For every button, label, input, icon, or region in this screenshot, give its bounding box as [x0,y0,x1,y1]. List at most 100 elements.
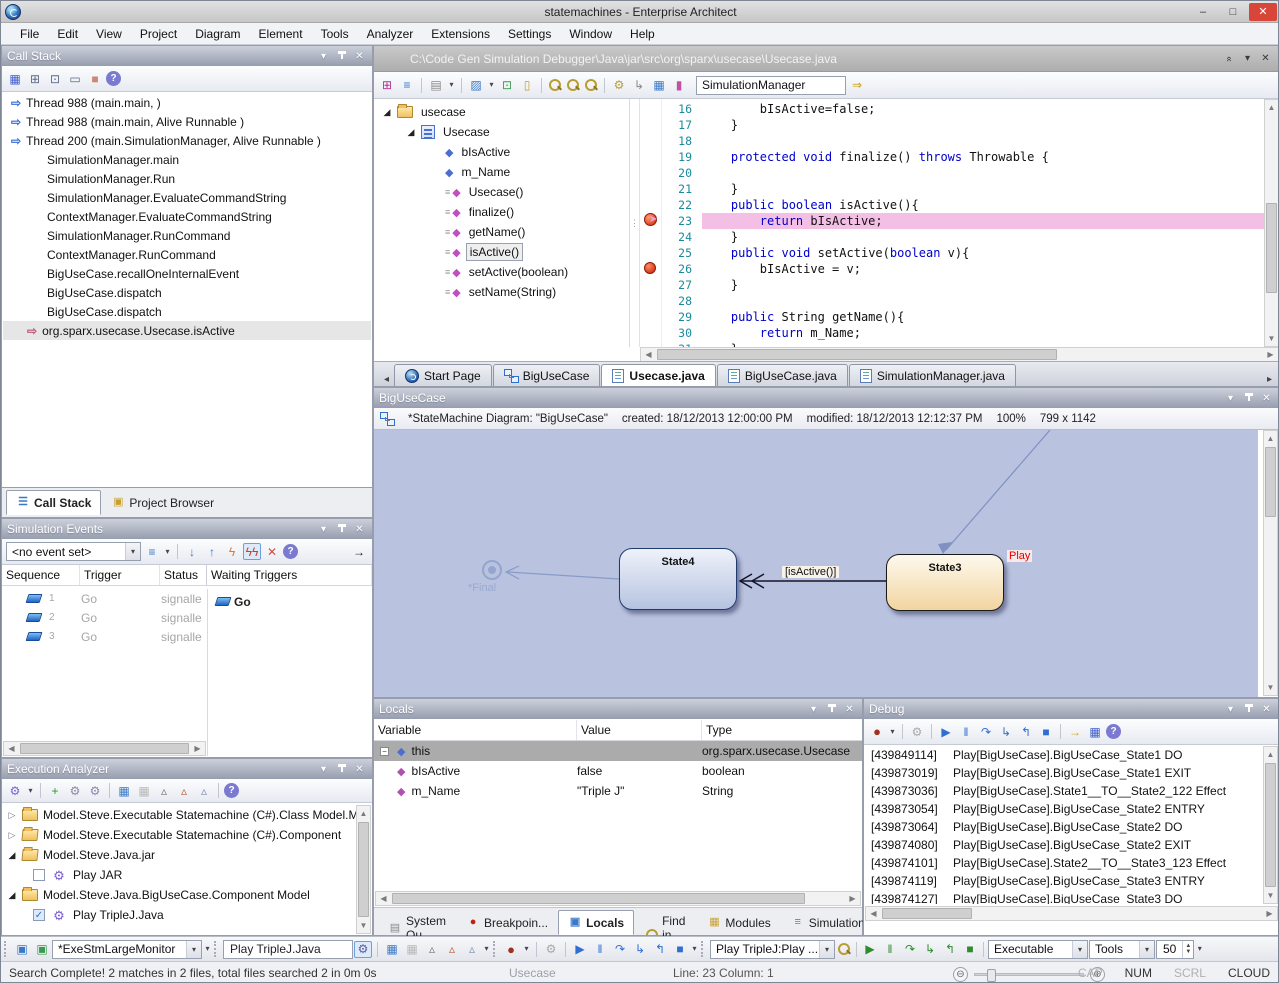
waiting-trigger-item[interactable]: Go [216,592,371,611]
call-stack-item[interactable]: SimulationManager.EvaluateCommandString [3,188,371,207]
menu-window[interactable]: Window [560,25,621,43]
monitor-combo[interactable]: *ExeStmLargeMonitor ▾ [52,940,202,959]
call-stack-item[interactable]: ContextManager.EvaluateCommandString [3,207,371,226]
pause-icon[interactable]: ‖ [957,723,975,740]
state4-node[interactable]: State4 [619,548,737,610]
col-status[interactable]: Status [160,565,207,585]
analyzer-script-item[interactable]: ◢Model.Steve.Java.jar [3,845,356,865]
step-filter-icon[interactable]: ↳ [630,77,648,94]
menu-caret-icon[interactable]: ▾ [316,762,331,776]
dropdown-caret-icon[interactable]: ▾ [888,723,897,740]
call-stack-item[interactable]: ⇨Thread 200 (main.SimulationManager, Ali… [3,131,371,150]
debug-output-row[interactable]: [439874127]Play[BigUseCase].BigUseCase_S… [865,890,1263,904]
edit-icon[interactable]: ▨ [467,77,485,94]
active-script-box[interactable]: Play TripleJ.Java [223,940,353,959]
sim-h-scrollbar[interactable]: ◀ ▶ [3,741,206,756]
menu-element[interactable]: Element [250,25,312,43]
dock-tab-breakpoin-[interactable]: ●Breakpoin... [456,910,558,935]
structure-tree-item[interactable]: ◆bIsActive [374,142,629,162]
editor-tab-usecase-java[interactable]: Usecase.java [601,364,715,386]
expand-arrow-icon[interactable]: ▷ [7,810,17,821]
locals-row[interactable]: ◆m_Name"Triple J"String [374,781,862,801]
collapse-arrow-icon[interactable]: ◢ [7,850,17,861]
locals-row[interactable]: ◆bIsActivefalseboolean [374,761,862,781]
scroll-up-icon[interactable]: ▲ [1264,747,1277,762]
delete-icon[interactable]: ✕ [263,543,281,560]
code-line[interactable]: 22 public boolean isActive(){ [662,197,1264,213]
dropdown-caret-icon[interactable]: ▾ [163,543,172,560]
run-profile-icon[interactable]: ▵ [195,782,213,799]
edit-script-icon[interactable]: ⚙ [66,782,84,799]
send-to-icon[interactable]: ⇒ [848,77,866,94]
structure-tree-item[interactable]: ≡◆setName(String) [374,282,629,302]
close-icon[interactable]: ✕ [1259,391,1274,405]
editor-tab-simulationmanager-java[interactable]: SimulationManager.java [849,364,1016,386]
copy-icon[interactable]: ⊡ [46,70,64,87]
scroll-right-icon[interactable]: ▶ [845,892,860,905]
menu-caret-icon[interactable]: ▾ [316,522,331,536]
step-over-g-icon[interactable]: ↷ [901,941,919,958]
call-stack-item[interactable]: SimulationManager.main [3,150,371,169]
options-icon[interactable]: ⚙ [610,77,628,94]
debug-output-row[interactable]: [439849114]Play[BigUseCase].BigUseCase_S… [865,746,1263,764]
call-stack-item[interactable]: BigUseCase.dispatch [3,302,371,321]
tab-scroll-left-icon[interactable]: ◂ [379,372,394,386]
dock-tab-modules[interactable]: ▦Modules [697,910,780,935]
debug-h-scrollbar[interactable]: ◀ ▶ [865,906,1278,921]
pin-icon[interactable] [1241,702,1256,716]
step-out-icon[interactable]: ↰ [651,941,669,958]
call-stack-item[interactable]: ⇨Thread 988 (main.main, ) [3,93,371,112]
call-stack-item[interactable]: ⇨org.sparx.usecase.Usecase.isActive [3,321,371,340]
menu-caret-icon[interactable]: ▾ [1223,391,1238,405]
pin-icon[interactable] [334,49,349,63]
editor-splitter[interactable]: ⋮ [630,99,640,347]
save-icon[interactable]: ▦ [6,70,24,87]
toolbar-overflow-icon[interactable]: ▾ [482,941,491,958]
menu-caret-icon[interactable]: ▾ [1223,702,1238,716]
script-checkbox[interactable]: ✓ [33,909,45,921]
pin-icon[interactable] [824,702,839,716]
toolbar-overflow-icon[interactable]: ▾ [690,941,699,958]
toolbar-grip[interactable] [493,941,498,957]
close-icon[interactable]: ✕ [842,702,857,716]
help-icon[interactable]: ? [224,783,239,798]
line-numbers-icon[interactable]: ≡ [398,77,416,94]
structure-tree-item[interactable]: ≡◆Usecase() [374,182,629,202]
call-stack-item[interactable]: BigUseCase.dispatch [3,283,371,302]
add-script-icon[interactable]: + [46,782,64,799]
debugger-icon[interactable]: ● [502,941,520,958]
speed-spinner[interactable]: 50 ▲▼ [1156,940,1194,959]
editor-tab-bigusecase-java[interactable]: BigUseCase.java [717,364,848,386]
scroll-left-icon[interactable]: ◀ [4,742,19,755]
structure-tree-item[interactable]: ≡◆isActive() [374,242,629,262]
structure-tree-item[interactable]: ◢Usecase [374,122,629,142]
threads-icon[interactable]: ⊞ [26,70,44,87]
search-doc-icon[interactable] [583,77,599,93]
multi-trigger-icon[interactable]: ϟϟ [243,543,261,560]
tools-combo[interactable]: Tools ▾ [1089,940,1155,959]
scroll-left-icon[interactable]: ◀ [376,892,391,905]
code-line[interactable]: 26 bIsActive = v; [662,261,1264,277]
scroll-right-icon[interactable]: ▶ [1262,907,1277,920]
col-trigger[interactable]: Trigger [80,565,160,585]
step-into-icon[interactable]: ↳ [631,941,649,958]
close-icon[interactable]: ✕ [352,522,367,536]
call-stack-item[interactable]: SimulationManager.Run [3,169,371,188]
dropdown-caret-icon[interactable]: ▾ [447,77,456,94]
combo-caret-icon[interactable]: ▾ [125,543,140,560]
play-icon[interactable]: ▶ [937,723,955,740]
duplicate-script-icon[interactable]: ⚙ [86,782,104,799]
event-set-combo[interactable]: <no event set> ▾ [6,542,141,561]
combo-caret-icon[interactable]: ▾ [1139,941,1154,958]
structure-tree-item[interactable]: ◆m_Name [374,162,629,182]
step-over-icon[interactable]: ↷ [977,723,995,740]
breakpoint-gutter[interactable] [640,99,662,347]
event-list-icon[interactable]: ≡ [143,543,161,560]
code-line[interactable]: 25 public void setActive(boolean v){ [662,245,1264,261]
menu-edit[interactable]: Edit [48,25,87,43]
collapse-arrow-icon[interactable]: ◢ [7,890,17,901]
dropdown-caret-icon[interactable]: ▾ [26,782,35,799]
code-line[interactable]: 16 bIsActive=false; [662,101,1264,117]
close-icon[interactable]: ✕ [352,762,367,776]
editor-h-scrollbar[interactable]: ◀ ▶ [640,347,1279,362]
